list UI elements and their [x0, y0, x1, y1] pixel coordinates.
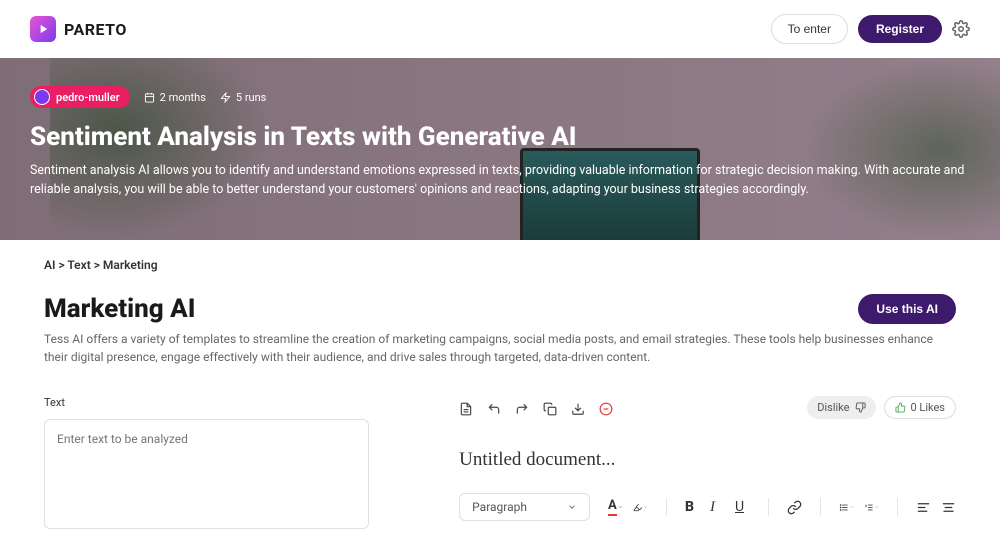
- text-color-button[interactable]: A: [608, 500, 623, 515]
- author-name: pedro-muller: [56, 91, 120, 104]
- header-actions: To enter Register: [771, 14, 970, 44]
- chevron-down-icon: [643, 503, 648, 511]
- highlight-button[interactable]: [633, 500, 648, 515]
- block-type-select[interactable]: Paragraph: [459, 493, 590, 521]
- align-center-button[interactable]: [941, 500, 956, 515]
- logo[interactable]: PARETO: [30, 16, 127, 42]
- age-meta: 2 months: [144, 91, 206, 104]
- gear-icon[interactable]: [952, 20, 970, 38]
- delete-icon[interactable]: [599, 401, 613, 415]
- breadcrumb[interactable]: AI > Text > Marketing: [44, 258, 956, 272]
- thumbs-down-icon: [855, 402, 866, 413]
- header: PARETO To enter Register: [0, 0, 1000, 58]
- register-button[interactable]: Register: [858, 15, 942, 43]
- runs-meta: 5 runs: [220, 91, 266, 104]
- numbered-list-button[interactable]: [864, 500, 879, 515]
- logo-text: PARETO: [64, 20, 127, 39]
- editor-panel: Dislike 0 Likes Untitled document... Par…: [459, 396, 956, 533]
- download-icon[interactable]: [571, 401, 585, 415]
- logo-icon: [30, 16, 56, 42]
- copy-icon[interactable]: [543, 401, 557, 415]
- use-ai-button[interactable]: Use this AI: [858, 294, 956, 324]
- text-field-label: Text: [44, 396, 369, 409]
- hero-description: Sentiment analysis AI allows you to iden…: [30, 162, 970, 200]
- runs-icon: [220, 92, 231, 103]
- chevron-down-icon: [874, 503, 879, 511]
- doc-actions: [459, 401, 613, 415]
- avatar: [34, 89, 50, 105]
- likes-button[interactable]: 0 Likes: [884, 396, 957, 419]
- align-left-button[interactable]: [916, 500, 931, 515]
- dislike-button[interactable]: Dislike: [807, 396, 875, 419]
- document-title[interactable]: Untitled document...: [459, 449, 956, 471]
- link-button[interactable]: [787, 500, 802, 515]
- input-panel: Text: [44, 396, 369, 533]
- bullet-list-button[interactable]: [839, 500, 854, 515]
- chevron-down-icon: [617, 503, 623, 511]
- thumbs-up-icon: [895, 402, 906, 413]
- hero-banner: pedro-muller 2 months 5 runs Sentiment A…: [0, 58, 1000, 240]
- section-title: Marketing AI: [44, 294, 195, 324]
- document-icon[interactable]: [459, 401, 473, 415]
- text-input[interactable]: [44, 419, 369, 529]
- format-toolbar: Paragraph A B I U: [459, 493, 956, 521]
- enter-button[interactable]: To enter: [771, 14, 848, 44]
- author-badge[interactable]: pedro-muller: [30, 86, 130, 108]
- chevron-down-icon: [849, 503, 854, 511]
- underline-button[interactable]: U: [735, 500, 750, 515]
- redo-icon[interactable]: [515, 401, 529, 415]
- hero-title: Sentiment Analysis in Texts with Generat…: [30, 122, 970, 152]
- undo-icon[interactable]: [487, 401, 501, 415]
- section-description: Tess AI offers a variety of templates to…: [44, 330, 956, 366]
- hero-meta: pedro-muller 2 months 5 runs: [30, 86, 970, 108]
- bold-button[interactable]: B: [685, 500, 700, 515]
- italic-button[interactable]: I: [710, 500, 725, 515]
- calendar-icon: [144, 92, 155, 103]
- chevron-down-icon: [567, 502, 577, 512]
